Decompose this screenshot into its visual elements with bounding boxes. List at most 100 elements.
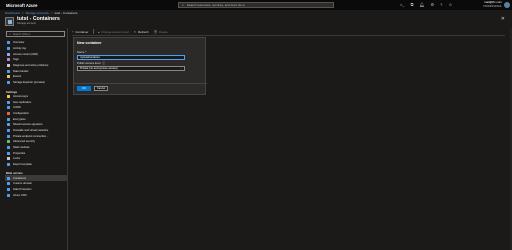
feedback-icon[interactable]: ☺ [448, 2, 452, 7]
help-icon[interactable]: ? [440, 2, 442, 7]
sidebar-item-icon [7, 123, 10, 127]
sidebar-nav: Overview Activity log Access control (IAM)… [5, 40, 67, 198]
sidebar-item-label: Data transfer [13, 69, 29, 73]
toolbar-divider [93, 29, 94, 34]
delete-button[interactable]: 🗑︎ Delete [153, 30, 167, 34]
sidebar-item-label: Diagnose and solve problems [13, 64, 49, 68]
sidebar-item-icon [7, 128, 10, 132]
search-icon: ⌕ [9, 32, 11, 36]
sidebar-item-label: Properties [13, 151, 26, 155]
breadcrumb-dashboard[interactable]: Dashboard [5, 11, 20, 15]
sidebar-item-icon [7, 117, 10, 121]
refresh-button[interactable]: ↻ Refresh [134, 30, 149, 34]
cloud-shell-icon[interactable]: >_ [400, 2, 405, 7]
lock-icon: 🔒︎ [97, 29, 100, 34]
sidebar-item-icon [7, 151, 10, 155]
sidebar-item-icon [7, 163, 10, 167]
top-bar: Microsoft Azure ⌕ Search resources, serv… [0, 0, 512, 10]
avatar[interactable] [504, 2, 510, 8]
sidebar-item-azure-cdn[interactable]: Azure CDN [5, 193, 67, 199]
sidebar-item-label: Geo-replication [13, 100, 32, 104]
user-account[interactable]: mail@fic.com PROFESSIONAL [483, 0, 502, 8]
sidebar-item-export-template[interactable]: Export template [5, 162, 67, 168]
plus-icon: + [72, 29, 74, 34]
delete-icon: 🗑︎ [153, 29, 158, 34]
sidebar-item-icon [7, 100, 10, 104]
sidebar-item-label: Locks [13, 157, 21, 161]
settings-icon[interactable]: ⚙ [431, 2, 435, 7]
sidebar-item-label: Export template [13, 163, 32, 167]
sidebar-item-label: Access keys [13, 94, 28, 98]
search-icon: ⌕ [182, 3, 184, 7]
sidebar-item-label: Static website [13, 146, 30, 150]
name-label: Name * [77, 50, 87, 54]
sidebar-item-icon [7, 111, 10, 115]
public-access-level-select[interactable]: Private (no anonymous access) ⌄ [77, 66, 185, 71]
sidebar-item-icon [7, 52, 10, 56]
sidebar-item-icon [7, 188, 10, 192]
change-access-level-button[interactable]: 🔒︎ Change access level [98, 30, 129, 34]
panel-title: New container [77, 41, 102, 45]
sidebar-item-icon [7, 47, 10, 51]
sidebar-item-icon [7, 176, 10, 180]
refresh-icon: ↻ [133, 29, 137, 34]
sidebar-item-label: Encryption [13, 117, 26, 121]
sidebar-item-label: Activity log [13, 47, 26, 51]
brand-name[interactable]: Microsoft Azure [6, 3, 66, 8]
info-icon[interactable]: ⓘ [102, 61, 105, 65]
sidebar-item-icon [7, 106, 10, 110]
change-access-level-label: Change access level [101, 29, 129, 34]
breadcrumb-separator: > [21, 11, 24, 15]
command-bar: + Container 🔒︎ Change access level ↻ Ref… [72, 28, 505, 36]
add-container-label: Container [75, 29, 89, 34]
sidebar-item-label: Overview [13, 41, 25, 45]
sidebar-item-label: Advanced security [13, 140, 35, 144]
breadcrumb-storage-accounts[interactable]: Storage accounts [25, 11, 48, 15]
sidebar-item-label: Tags [13, 58, 19, 62]
sidebar-search-input[interactable]: ⌕ Search (Ctrl+/) « [6, 31, 65, 37]
sidebar-item-icon [7, 94, 10, 98]
close-icon[interactable]: ✕ [501, 16, 505, 22]
sidebar-item-icon [7, 140, 10, 144]
ok-button[interactable]: OK [77, 86, 91, 91]
global-search-input[interactable]: ⌕ Search resources, services, and docs (… [178, 2, 334, 8]
breadcrumb-current: tutst - Containers [54, 11, 78, 15]
refresh-label: Refresh [137, 29, 149, 34]
sidebar-item-label: Events [13, 75, 22, 79]
sidebar-item-label: Data Protection [13, 188, 32, 192]
sidebar-item-icon [7, 81, 10, 85]
sidebar-item-label: Custom domain [13, 182, 32, 186]
sidebar-item-icon [7, 69, 10, 73]
sidebar-item-icon [7, 134, 10, 138]
container-name-input[interactable]: mytutstcontainer [77, 55, 185, 60]
sidebar-item-label: Containers [13, 176, 26, 180]
public-access-level-value: Private (no anonymous access) [80, 67, 118, 70]
sidebar-item-icon [7, 64, 10, 68]
breadcrumb: Dashboard > Storage accounts > tutst - Conta… [5, 11, 77, 15]
notifications-icon[interactable]: 🔔︎ [419, 2, 424, 7]
cancel-button[interactable]: Cancel [94, 86, 108, 91]
sidebar-item-label: Access control (IAM) [13, 52, 38, 56]
sidebar-item-icon [7, 157, 10, 161]
panel-divider [74, 83, 207, 84]
sidebar-item-icon [7, 146, 10, 150]
sidebar-item-icon [7, 182, 10, 186]
sidebar-item-storage-explorer-preview[interactable]: Storage Explorer (preview) [5, 80, 67, 86]
sidebar-item-icon [7, 41, 10, 45]
sidebar-item-icon [7, 75, 10, 79]
sidebar-item-label: Azure CDN [13, 193, 27, 197]
breadcrumb-separator: > [50, 11, 53, 15]
new-container-panel: New container Name * mytutstcontainer Pu… [73, 37, 207, 95]
public-access-level-label: Public access level ⓘ [77, 61, 105, 65]
public-access-level-text: Public access level [77, 61, 101, 65]
delete-label: Delete [159, 29, 168, 34]
storage-account-icon [5, 17, 14, 26]
sidebar-item-label: Firewalls and virtual networks [13, 128, 49, 132]
add-container-button[interactable]: + Container [72, 30, 88, 34]
sidebar-item-label: Private endpoint connection... [13, 134, 49, 138]
top-icons: >_ ⧉ 🔔︎ ⚙ ? ☺ [400, 2, 452, 7]
user-directory: PROFESSIONAL [483, 4, 502, 8]
sidebar-item-icon [7, 58, 10, 62]
sidebar-item-icon [7, 193, 10, 197]
directory-filter-icon[interactable]: ⧉ [411, 2, 414, 7]
